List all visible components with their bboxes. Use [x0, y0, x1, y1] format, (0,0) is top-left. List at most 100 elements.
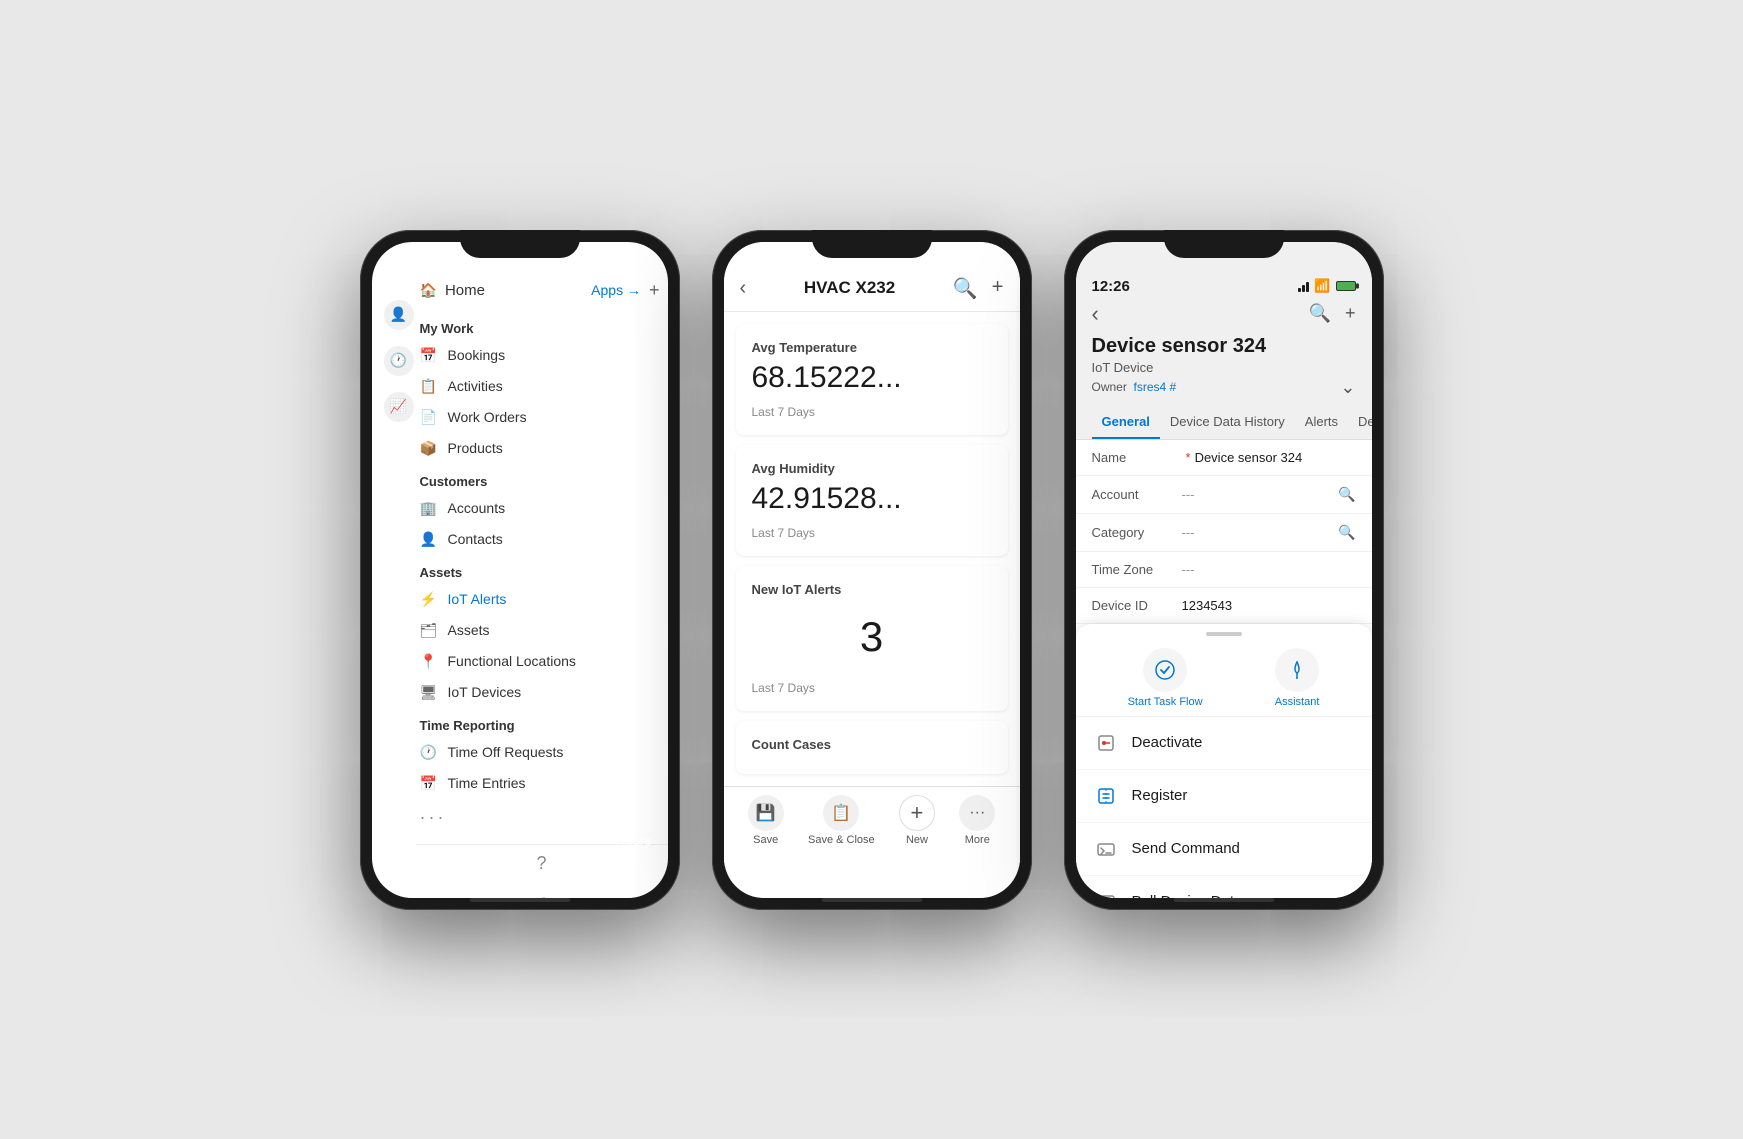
- nav-functional-locations[interactable]: 📍 Functional Locations: [420, 646, 660, 677]
- home-row[interactable]: 🏠 Home Apps → +: [420, 274, 660, 307]
- assistant-icon: [1275, 648, 1319, 692]
- count-cases-title: Count Cases: [752, 737, 992, 752]
- activities-icon: 📋: [420, 378, 438, 395]
- cloud-icon[interactable]: ☁: [533, 888, 551, 898]
- cards-area: Avg Temperature 68.15222... Last 7 Days …: [724, 312, 1020, 786]
- nav-time-entries[interactable]: 📅 Time Entries: [420, 768, 660, 799]
- search-icon[interactable]: 🔍: [953, 276, 978, 301]
- customers-header: Customers: [420, 464, 660, 493]
- save-close-icon: 📋: [823, 795, 859, 831]
- nav-work-orders[interactable]: 📄 Work Orders: [420, 402, 660, 433]
- avatar-icon[interactable]: 👤: [384, 300, 414, 330]
- pull-device-data-icon: [1092, 888, 1120, 898]
- avg-humidity-subtitle: Last 7 Days: [752, 526, 992, 540]
- account-value[interactable]: ---: [1182, 487, 1339, 502]
- timezone-value[interactable]: ---: [1182, 562, 1356, 577]
- pull-device-data-action[interactable]: Pull Device Data: [1076, 876, 1372, 898]
- device-id-label: Device ID: [1092, 598, 1182, 613]
- wifi-icon: 📶: [1314, 278, 1330, 294]
- start-task-flow-button[interactable]: Start Task Flow: [1128, 648, 1203, 708]
- device-owner: Owner fsres4 #: [1092, 380, 1177, 394]
- assistant-button[interactable]: Assistant: [1275, 648, 1320, 708]
- nav-bookings[interactable]: 📅 Bookings: [420, 340, 660, 371]
- field-account: Account --- 🔍: [1076, 476, 1372, 514]
- name-value[interactable]: Device sensor 324: [1195, 450, 1356, 465]
- category-search-icon[interactable]: 🔍: [1338, 524, 1355, 541]
- device-search-icon[interactable]: 🔍: [1309, 303, 1331, 324]
- products-label: Products: [448, 440, 503, 456]
- iot-devices-icon: 🖥: [420, 684, 438, 701]
- category-label: Category: [1092, 525, 1182, 540]
- new-button[interactable]: + New: [899, 795, 935, 846]
- tab-alerts[interactable]: Alerts: [1295, 406, 1348, 439]
- nav-iot-devices[interactable]: 🖥 IoT Devices: [420, 677, 660, 708]
- contacts-label: Contacts: [448, 531, 503, 547]
- sidebar-icons: 👤 🕐 📈: [372, 292, 422, 430]
- notch-1: [460, 230, 580, 258]
- add-icon[interactable]: +: [992, 276, 1004, 301]
- help-icon[interactable]: ?: [536, 853, 546, 874]
- required-indicator: *: [1186, 450, 1191, 465]
- time-off-label: Time Off Requests: [448, 744, 564, 760]
- home-bar-3: [1174, 898, 1274, 902]
- task-flow-icon: [1143, 648, 1187, 692]
- assets-icon: 🗂: [420, 622, 438, 639]
- avg-temperature-card: Avg Temperature 68.15222... Last 7 Days: [736, 324, 1008, 435]
- home-label: Home: [445, 282, 485, 299]
- apps-link[interactable]: Apps →: [591, 282, 641, 298]
- save-close-button[interactable]: 📋 Save & Close: [808, 795, 875, 846]
- send-command-action[interactable]: Send Command: [1076, 823, 1372, 876]
- work-orders-icon: 📄: [420, 409, 438, 426]
- functional-locations-icon: 📍: [420, 653, 438, 670]
- add-button[interactable]: +: [649, 280, 660, 301]
- bottom-action-bar: 💾 Save 📋 Save & Close + New ··· More: [724, 786, 1020, 866]
- home-bar-1: [470, 898, 570, 902]
- owner-link[interactable]: fsres4 #: [1134, 380, 1177, 394]
- chevron-down-icon[interactable]: ⌄: [1340, 377, 1355, 398]
- bottom-sheet: Start Task Flow Assistant: [1076, 624, 1372, 898]
- phone-3: 12:26 📶 ‹ 🔍 +: [1064, 230, 1384, 910]
- tab-general[interactable]: General: [1092, 406, 1160, 439]
- device-name: Device sensor 324: [1092, 335, 1356, 358]
- products-icon: 📦: [420, 440, 438, 457]
- nav-time-off[interactable]: 🕐 Time Off Requests: [420, 737, 660, 768]
- avg-temp-subtitle: Last 7 Days: [752, 405, 992, 419]
- avg-humidity-card: Avg Humidity 42.91528... Last 7 Days: [736, 445, 1008, 556]
- nav-accounts[interactable]: 🏢 Accounts: [420, 493, 660, 524]
- time-off-icon: 🕐: [420, 744, 438, 761]
- new-iot-subtitle: Last 7 Days: [752, 681, 992, 695]
- iot-devices-label: IoT Devices: [448, 684, 522, 700]
- tab-device-data-history[interactable]: Device Data History: [1160, 406, 1295, 439]
- back-button[interactable]: ‹: [1092, 301, 1099, 327]
- nav-activities[interactable]: 📋 Activities: [420, 371, 660, 402]
- deactivate-label: Deactivate: [1132, 734, 1203, 751]
- device-add-icon[interactable]: +: [1345, 303, 1356, 324]
- nav-iot-alerts[interactable]: ⚡ IoT Alerts: [420, 584, 660, 615]
- register-action[interactable]: Register: [1076, 770, 1372, 823]
- notch-2: [812, 230, 932, 258]
- chart-icon[interactable]: 📈: [384, 392, 414, 422]
- nav-assets[interactable]: 🗂 Assets: [420, 615, 660, 646]
- nav-contacts[interactable]: 👤 Contacts: [420, 524, 660, 555]
- contacts-icon: 👤: [420, 531, 438, 548]
- phone-2: ‹ HVAC X232 🔍 + Avg Temperature 68.15222…: [712, 230, 1032, 910]
- clock-icon[interactable]: 🕐: [384, 346, 414, 376]
- time-entries-label: Time Entries: [448, 775, 526, 791]
- deactivate-action[interactable]: Deactivate: [1076, 717, 1372, 770]
- save-close-label: Save & Close: [808, 834, 875, 846]
- device-action-icons: 🔍 +: [1309, 303, 1356, 324]
- nav-products[interactable]: 📦 Products: [420, 433, 660, 464]
- more-button[interactable]: ··· More: [959, 795, 995, 846]
- category-value[interactable]: ---: [1182, 525, 1339, 540]
- device-id-value[interactable]: 1234543: [1182, 598, 1356, 613]
- save-button[interactable]: 💾 Save: [748, 795, 784, 846]
- account-search-icon[interactable]: 🔍: [1338, 486, 1355, 503]
- bottom-icons: ? ☁ ⚙: [416, 844, 668, 898]
- accounts-icon: 🏢: [420, 500, 438, 517]
- back-icon[interactable]: ‹: [740, 277, 747, 300]
- iot-alerts-icon: ⚡: [420, 591, 438, 608]
- avg-temp-value: 68.15222...: [752, 361, 992, 395]
- notch-3: [1164, 230, 1284, 258]
- register-label: Register: [1132, 787, 1188, 804]
- tab-device-r[interactable]: Device R: [1348, 406, 1371, 439]
